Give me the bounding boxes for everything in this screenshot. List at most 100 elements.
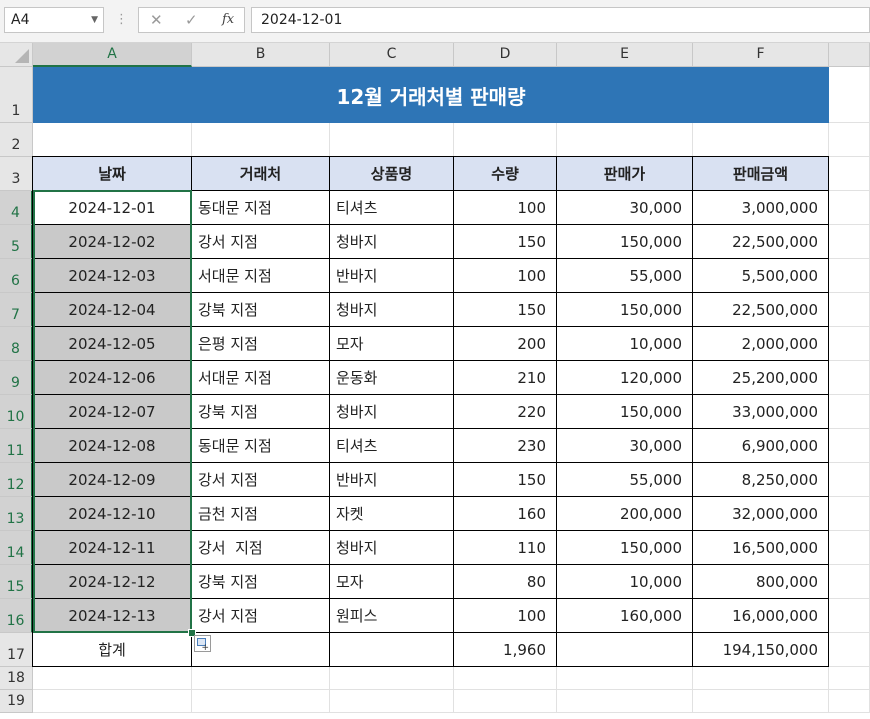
empty-cell[interactable] [557,123,693,157]
name-box[interactable]: A4 ▼ [4,7,104,33]
table-cell[interactable]: 은평 지점 [191,326,330,361]
row-header-6[interactable]: 6 [0,259,33,293]
row-header-10[interactable]: 10 [0,395,33,429]
row-header-16[interactable]: 16 [0,599,33,633]
row-header-13[interactable]: 13 [0,497,33,531]
table-cell[interactable]: 150,000 [556,530,693,565]
empty-cell[interactable] [693,690,829,713]
paste-options-icon[interactable] [194,635,211,653]
empty-cell[interactable] [829,293,870,327]
column-header-e[interactable]: E [557,43,693,67]
empty-cell[interactable] [33,690,192,713]
select-all-button[interactable] [0,43,33,67]
total-amount[interactable]: 194,150,000 [692,632,829,667]
table-cell[interactable]: 150,000 [556,224,693,259]
table-cell[interactable]: 청바지 [329,394,454,429]
empty-cell[interactable] [829,463,870,497]
empty-cell[interactable] [693,667,829,690]
table-cell[interactable]: 강서 지점 [191,462,330,497]
table-cell[interactable]: 32,000,000 [692,496,829,531]
row-header-5[interactable]: 5 [0,225,33,259]
table-cell[interactable]: 청바지 [329,224,454,259]
column-header-c[interactable]: C [330,43,454,67]
table-cell[interactable]: 8,250,000 [692,462,829,497]
row-header-18[interactable]: 18 [0,667,33,690]
empty-cell[interactable] [829,157,870,191]
empty-cell[interactable] [829,633,870,667]
empty-cell[interactable] [330,123,454,157]
table-cell[interactable]: 55,000 [556,462,693,497]
header-product[interactable]: 상품명 [329,156,454,191]
total-label[interactable]: 합계 [32,632,192,667]
row-header-12[interactable]: 12 [0,463,33,497]
empty-cell[interactable] [192,123,330,157]
row-header-15[interactable]: 15 [0,565,33,599]
header-date[interactable]: 날짜 [32,156,192,191]
table-cell[interactable]: 5,500,000 [692,258,829,293]
table-cell[interactable]: 강북 지점 [191,564,330,599]
table-cell[interactable]: 33,000,000 [692,394,829,429]
header-vendor[interactable]: 거래처 [191,156,330,191]
table-cell[interactable]: 반바지 [329,462,454,497]
chevron-down-icon[interactable]: ▼ [91,8,98,32]
column-header-f[interactable]: F [693,43,829,67]
table-cell[interactable]: 모자 [329,564,454,599]
table-cell[interactable]: 160 [453,496,557,531]
table-cell[interactable]: 6,900,000 [692,428,829,463]
table-cell[interactable]: 2024-12-13 [32,598,192,633]
empty-cell[interactable] [829,565,870,599]
empty-cell[interactable] [330,690,454,713]
total-empty[interactable] [191,632,330,667]
table-cell[interactable]: 150 [453,292,557,327]
total-empty[interactable] [329,632,454,667]
table-cell[interactable]: 150,000 [556,292,693,327]
row-header-17[interactable]: 17 [0,633,33,667]
table-cell[interactable]: 강북 지점 [191,394,330,429]
row-header-2[interactable]: 2 [0,123,33,157]
empty-cell[interactable] [829,123,870,157]
table-cell[interactable]: 100 [453,598,557,633]
table-cell[interactable]: 강서 지점 [191,530,330,565]
empty-cell[interactable] [829,690,870,713]
empty-cell[interactable] [829,667,870,690]
empty-cell[interactable] [454,690,557,713]
table-cell[interactable]: 2024-12-04 [32,292,192,327]
row-header-14[interactable]: 14 [0,531,33,565]
table-cell[interactable]: 2024-12-02 [32,224,192,259]
empty-cell[interactable] [829,531,870,565]
column-header-extra[interactable] [829,43,870,67]
table-cell[interactable]: 150,000 [556,394,693,429]
table-cell[interactable]: 서대문 지점 [191,360,330,395]
table-cell[interactable]: 110 [453,530,557,565]
table-cell[interactable]: 800,000 [692,564,829,599]
table-cell[interactable]: 22,500,000 [692,224,829,259]
header-price[interactable]: 판매가 [556,156,693,191]
table-cell[interactable]: 200 [453,326,557,361]
column-header-a[interactable]: A [33,43,192,67]
table-cell[interactable]: 강서 지점 [191,598,330,633]
table-cell[interactable]: 동대문 지점 [191,190,330,225]
empty-cell[interactable] [192,690,330,713]
empty-cell[interactable] [557,667,693,690]
table-cell[interactable]: 강북 지점 [191,292,330,327]
table-cell[interactable]: 10,000 [556,326,693,361]
table-cell[interactable]: 10,000 [556,564,693,599]
empty-cell[interactable] [829,361,870,395]
row-header-3[interactable]: 3 [0,157,33,191]
table-cell[interactable]: 55,000 [556,258,693,293]
table-cell[interactable]: 동대문 지점 [191,428,330,463]
table-cell[interactable]: 100 [453,190,557,225]
table-cell[interactable]: 16,500,000 [692,530,829,565]
total-qty[interactable]: 1,960 [453,632,557,667]
row-header-7[interactable]: 7 [0,293,33,327]
table-cell[interactable]: 서대문 지점 [191,258,330,293]
empty-cell[interactable] [454,667,557,690]
table-cell[interactable]: 30,000 [556,190,693,225]
empty-cell[interactable] [829,225,870,259]
formula-input[interactable]: 2024-12-01 [251,7,870,33]
table-cell[interactable]: 100 [453,258,557,293]
row-header-9[interactable]: 9 [0,361,33,395]
table-cell[interactable]: 120,000 [556,360,693,395]
table-cell[interactable]: 25,200,000 [692,360,829,395]
table-cell[interactable]: 원피스 [329,598,454,633]
